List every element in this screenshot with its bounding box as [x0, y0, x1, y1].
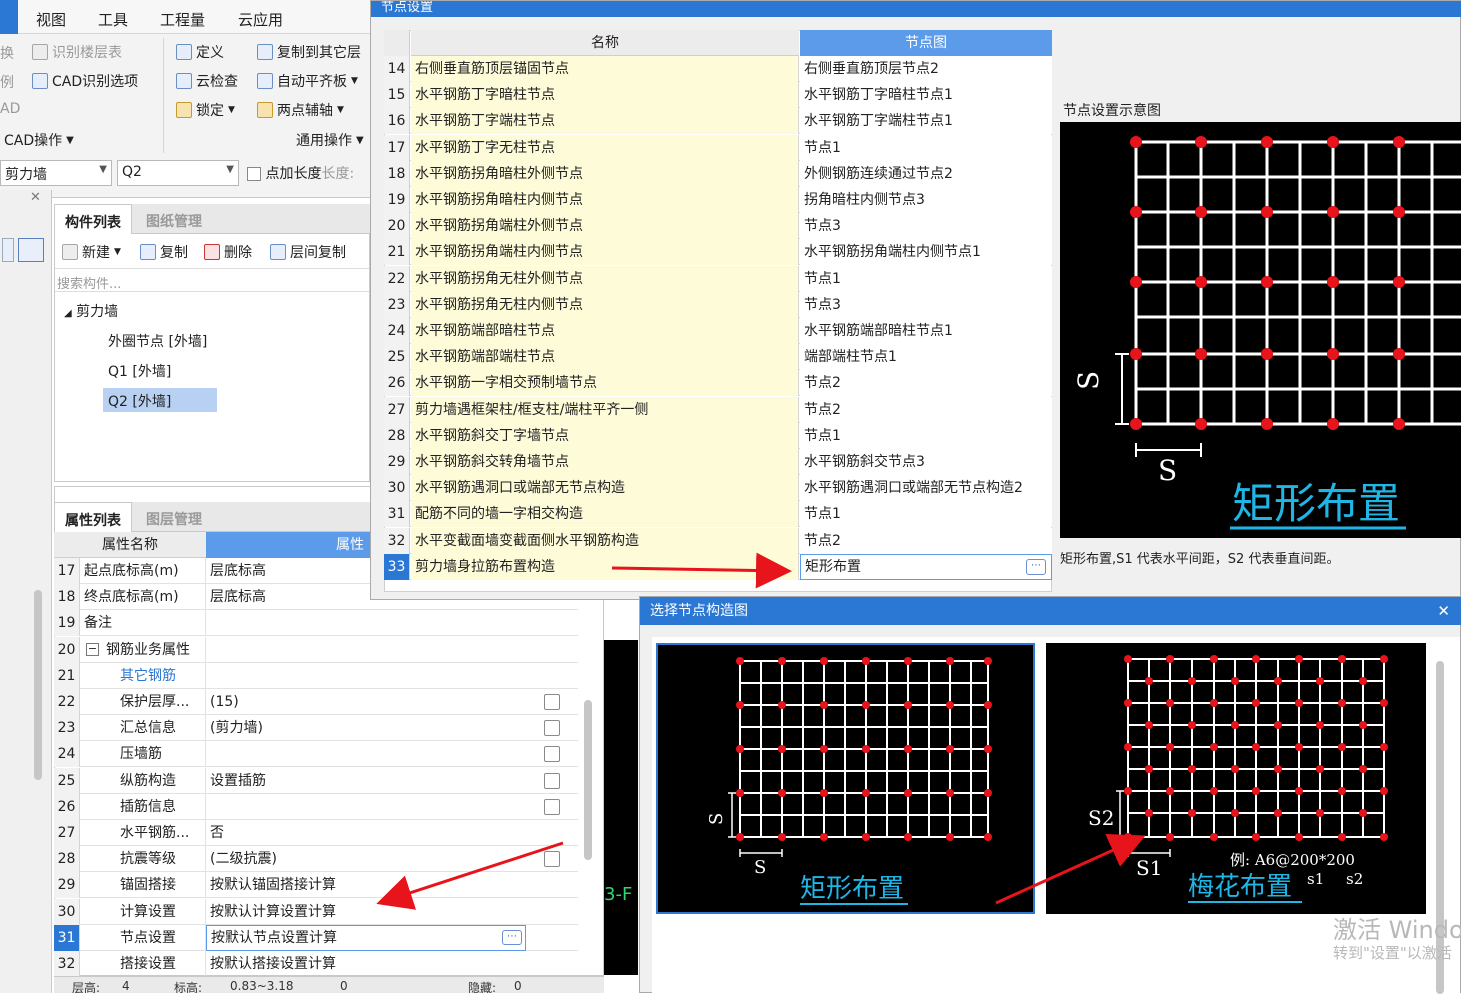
- arrow-to-rect-layout: [611, 552, 792, 589]
- arrow-to-node-setting: [376, 841, 564, 910]
- arrow-to-quincunx: [995, 833, 1146, 905]
- annotation-arrows: [376, 552, 1146, 910]
